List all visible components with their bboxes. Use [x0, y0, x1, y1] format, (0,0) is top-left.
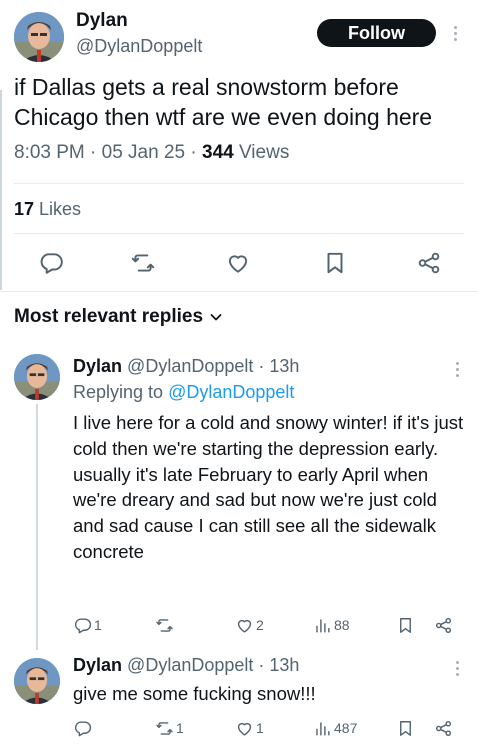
- tweet-time: 8:03 PM · 05 Jan 25 ·: [14, 142, 202, 163]
- views-button[interactable]: 88: [313, 613, 350, 637]
- share-button[interactable]: [434, 613, 453, 637]
- likes-label: Likes: [34, 199, 82, 219]
- reply-author-name[interactable]: Dylan: [73, 655, 122, 675]
- more-icon[interactable]: [450, 26, 460, 44]
- share-icon: [435, 720, 452, 736]
- retweet-icon[interactable]: [130, 250, 156, 276]
- reply-header: Dylan @DylanDoppelt · 13h: [73, 655, 299, 676]
- heart-icon[interactable]: [225, 250, 251, 276]
- bookmark-icon[interactable]: [322, 250, 348, 276]
- section-divider: [0, 291, 478, 292]
- reply-action-bar: 1 2 88: [73, 613, 468, 637]
- heart-icon: [237, 619, 252, 633]
- reply-button[interactable]: 1: [73, 613, 102, 637]
- reply-avatar[interactable]: [14, 658, 60, 704]
- more-icon[interactable]: [452, 362, 462, 380]
- share-icon[interactable]: [416, 250, 442, 276]
- like-button[interactable]: 1: [235, 716, 264, 740]
- reply-icon: [74, 720, 92, 736]
- retweet-count: 1: [176, 720, 184, 736]
- replying-to-prefix: Replying to: [73, 382, 169, 402]
- bookmark-button[interactable]: [396, 716, 415, 740]
- thread-line: [36, 404, 38, 650]
- author-avatar[interactable]: [14, 12, 64, 62]
- reply-button[interactable]: [73, 716, 94, 740]
- views-label: Views: [233, 142, 290, 163]
- reply-header: Dylan @DylanDoppelt · 13h: [73, 356, 299, 377]
- likes-row[interactable]: 17 Likes: [14, 199, 81, 220]
- share-icon: [435, 617, 452, 633]
- reply-count: 1: [94, 617, 102, 633]
- reply-text: I live here for a cold and snowy winter!…: [73, 412, 464, 562]
- bookmark-icon: [400, 720, 411, 736]
- views-icon: [316, 618, 330, 633]
- tweet-action-bar: [0, 246, 478, 280]
- more-icon[interactable]: [452, 661, 462, 679]
- replying-to: Replying to @DylanDoppelt: [73, 382, 294, 403]
- view-count: 88: [334, 617, 350, 633]
- retweet-icon: [156, 721, 173, 735]
- divider: [14, 233, 464, 234]
- bookmark-button[interactable]: [396, 613, 415, 637]
- reply-text: give me some fucking snow!!!: [73, 683, 316, 704]
- reply-icon: [74, 617, 92, 633]
- share-button[interactable]: [434, 716, 453, 740]
- chevron-down-icon: [210, 314, 222, 321]
- tweet-text: if Dallas gets a real snowstorm before C…: [14, 74, 433, 130]
- reply-avatar[interactable]: [14, 354, 60, 400]
- like-count: 2: [256, 617, 264, 633]
- likes-count: 17: [14, 199, 35, 219]
- tweet-meta: 8:03 PM · 05 Jan 25 · 344 Views: [14, 142, 289, 164]
- divider: [14, 183, 464, 184]
- replies-sort-dropdown[interactable]: Most relevant replies: [14, 306, 223, 328]
- replying-to-mention[interactable]: @DylanDoppelt: [168, 382, 294, 402]
- reply-action-bar: 1 1 487: [73, 716, 468, 740]
- reply-handle-time[interactable]: @DylanDoppelt · 13h: [127, 356, 299, 376]
- views-count: 344: [202, 142, 234, 163]
- replies-heading-label: Most relevant replies: [14, 306, 204, 327]
- retweet-button[interactable]: [155, 613, 176, 637]
- reply-icon[interactable]: [38, 250, 64, 276]
- views-button[interactable]: 487: [313, 716, 357, 740]
- author-handle[interactable]: @DylanDoppelt: [76, 36, 202, 57]
- views-icon: [316, 721, 330, 736]
- like-button[interactable]: 2: [235, 613, 264, 637]
- reply-author-name[interactable]: Dylan: [73, 356, 122, 376]
- like-count: 1: [256, 720, 264, 736]
- retweet-icon: [156, 618, 173, 632]
- heart-icon: [237, 722, 252, 736]
- bookmark-icon: [400, 617, 411, 633]
- view-count: 487: [334, 720, 358, 736]
- follow-button[interactable]: Follow: [317, 19, 436, 47]
- reply-handle-time[interactable]: @DylanDoppelt · 13h: [127, 655, 299, 675]
- retweet-button[interactable]: 1: [155, 716, 184, 740]
- author-name[interactable]: Dylan: [76, 10, 128, 32]
